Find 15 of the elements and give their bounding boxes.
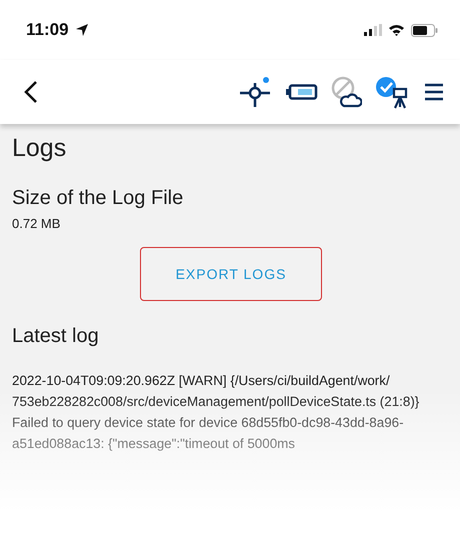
page-title: Logs	[12, 134, 68, 163]
status-time: 11:09	[26, 20, 69, 40]
location-arrow-icon	[74, 23, 89, 37]
back-icon[interactable]	[24, 80, 38, 104]
menu-icon[interactable]	[424, 83, 444, 101]
section-heading: Size of the Log File	[12, 187, 184, 210]
signal-icon	[364, 24, 382, 36]
export-logs-button[interactable]: EXPORT LOGS	[140, 247, 322, 301]
cloud-icon[interactable]	[330, 75, 362, 109]
file-size: 0.72 MB	[12, 216, 62, 231]
battery-icon[interactable]	[286, 84, 318, 100]
section-heading: Latest log	[12, 325, 100, 348]
battery-icon	[411, 24, 438, 36]
log-text: 2022-10-04T09:09:20.962Z [WARN] {/Users/ci/buildAgent/work/753eb228282c008/src/deviceManagement/pollDeviceState.ts (21:8)} Failed to query device state for device 68d55fb0-dc98-43dd-8a96-a51ed088ac13: {"message":"timeout of 5000ms	[12, 372, 420, 453]
wifi-icon	[388, 24, 405, 36]
